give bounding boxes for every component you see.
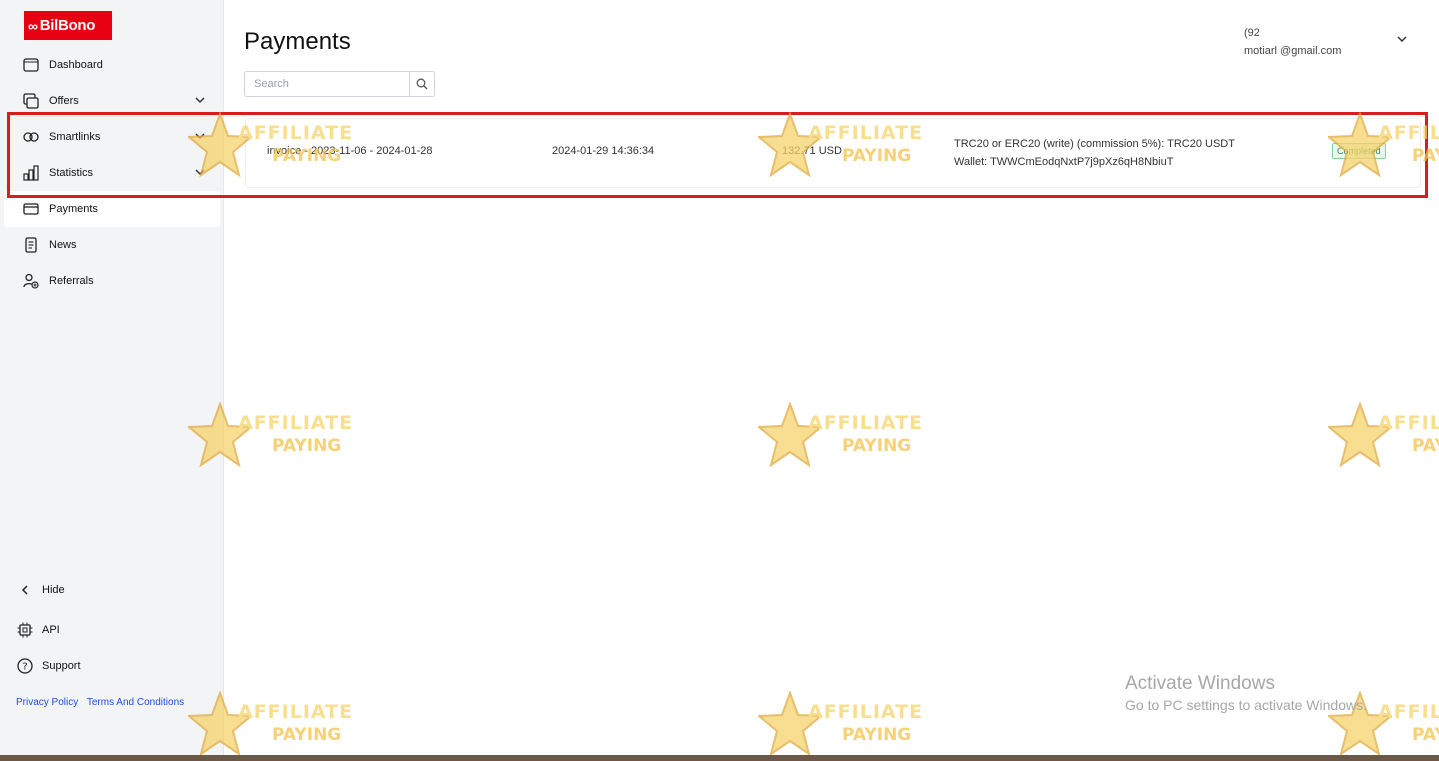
- user-menu[interactable]: (92 motiarl @gmail.com: [1244, 24, 1341, 60]
- taskbar: [0, 755, 1439, 761]
- dashboard-icon: [22, 56, 40, 74]
- infinity-icon: ∞: [28, 17, 38, 34]
- sidebar-item-label: Dashboard: [49, 59, 103, 71]
- watermark-line1: AFFILIATE: [1378, 701, 1439, 723]
- hide-sidebar-button[interactable]: Hide: [0, 572, 224, 608]
- sidebar-nav: Dashboard Offers Smartlinks Statistics P…: [4, 47, 220, 299]
- offers-icon: [22, 92, 40, 110]
- search-box: [244, 71, 435, 97]
- star-icon: [758, 691, 822, 755]
- watermark-line1: AFFILIATE: [1378, 412, 1439, 434]
- sidebar-item-smartlinks[interactable]: Smartlinks: [4, 119, 220, 155]
- chevron-left-icon: [16, 581, 34, 599]
- sidebar-item-dashboard[interactable]: Dashboard: [4, 47, 220, 83]
- bar-chart-icon: [22, 164, 40, 182]
- status-badge: Completed: [1332, 143, 1386, 159]
- watermark: AFFILIATE PAYING: [1328, 402, 1439, 472]
- watermark-line1: AFFILIATE: [238, 412, 354, 434]
- sidebar-item-label: Offers: [49, 95, 79, 107]
- legal-links: Privacy Policy Terms And Conditions: [16, 697, 190, 708]
- activation-title: Activate Windows: [1125, 673, 1275, 694]
- card-icon: [22, 200, 40, 218]
- windows-activation-notice: Activate Windows Go to PC settings to ac…: [1125, 673, 1367, 713]
- search-input[interactable]: [245, 72, 409, 96]
- watermark-line1: AFFILIATE: [238, 701, 354, 723]
- chevron-down-icon[interactable]: [1396, 33, 1408, 45]
- sidebar-item-label: Statistics: [49, 167, 94, 179]
- chip-icon: [16, 621, 34, 639]
- terms-link[interactable]: Terms And Conditions: [87, 697, 184, 708]
- payment-amount: 132.71 USD: [782, 145, 842, 157]
- watermark: AFFILIATE PAYING: [758, 402, 958, 472]
- link-icon: [22, 128, 40, 146]
- sidebar-item-news[interactable]: News: [4, 227, 220, 263]
- support-link[interactable]: ? Support: [0, 648, 224, 684]
- sidebar-footer: Hide API ? Support: [0, 572, 224, 684]
- brand-logo[interactable]: ∞ BilBono: [24, 11, 112, 40]
- chevron-down-icon[interactable]: [194, 166, 206, 178]
- sidebar-item-label: Smartlinks: [49, 131, 101, 143]
- watermark-line2: PAYING: [1412, 436, 1439, 456]
- watermark-line2: PAYING: [272, 725, 342, 745]
- help-icon: ?: [16, 657, 34, 675]
- user-email: motiarl @gmail.com: [1244, 45, 1342, 57]
- sidebar-item-label: Payments: [49, 203, 98, 215]
- activation-subtitle: Go to PC settings to activate Windows.: [1125, 697, 1367, 713]
- watermark-line1: AFFILIATE: [808, 701, 924, 723]
- search-button[interactable]: [409, 72, 434, 96]
- sidebar-item-statistics[interactable]: Statistics: [4, 155, 220, 191]
- sidebar-item-payments[interactable]: Payments: [4, 191, 220, 227]
- star-icon: [1328, 402, 1392, 468]
- api-label: API: [42, 624, 60, 636]
- watermark-line2: PAYING: [842, 436, 912, 456]
- watermark-line2: PAYING: [272, 436, 342, 456]
- payment-name: invoice - 2023-11-06 - 2024-01-28: [267, 145, 433, 157]
- payment-wallet-line: Wallet: TWWCmEodqNxtP7j9pXz6qH8NbiuT: [954, 156, 1174, 168]
- user-phone: (92: [1244, 27, 1260, 39]
- watermark-line2: PAYING: [1412, 725, 1439, 745]
- hide-label: Hide: [42, 584, 65, 596]
- sidebar-item-offers[interactable]: Offers: [4, 83, 220, 119]
- payment-date: 2024-01-29 14:36:34: [552, 145, 655, 157]
- page-title: Payments: [244, 28, 351, 55]
- search-icon: [416, 78, 428, 90]
- watermark: AFFILIATE PAYING: [758, 691, 958, 755]
- api-link[interactable]: API: [0, 612, 224, 648]
- sidebar-item-referrals[interactable]: Referrals: [4, 263, 220, 299]
- payment-method-line: TRC20 or ERC20 (write) (commission 5%): …: [954, 138, 1235, 150]
- watermark-line1: AFFILIATE: [808, 412, 924, 434]
- chevron-down-icon[interactable]: [194, 130, 206, 142]
- referrals-icon: [22, 272, 40, 290]
- privacy-policy-link[interactable]: Privacy Policy: [16, 697, 78, 708]
- payment-method: TRC20 or ERC20 (write) (commission 5%): …: [954, 135, 1235, 171]
- watermark-line2: PAYING: [842, 725, 912, 745]
- sidebar: ∞ BilBono Dashboard Offers Smartlinks St…: [0, 0, 224, 761]
- brand-name: BilBono: [39, 17, 96, 34]
- chevron-down-icon[interactable]: [194, 94, 206, 106]
- support-label: Support: [42, 660, 81, 672]
- star-icon: [758, 402, 822, 468]
- news-icon: [22, 236, 40, 254]
- sidebar-item-label: Referrals: [49, 275, 94, 287]
- svg-text:?: ?: [22, 662, 27, 673]
- sidebar-item-label: News: [49, 239, 77, 251]
- table-row[interactable]: invoice - 2023-11-06 - 2024-01-28 2024-0…: [245, 118, 1421, 188]
